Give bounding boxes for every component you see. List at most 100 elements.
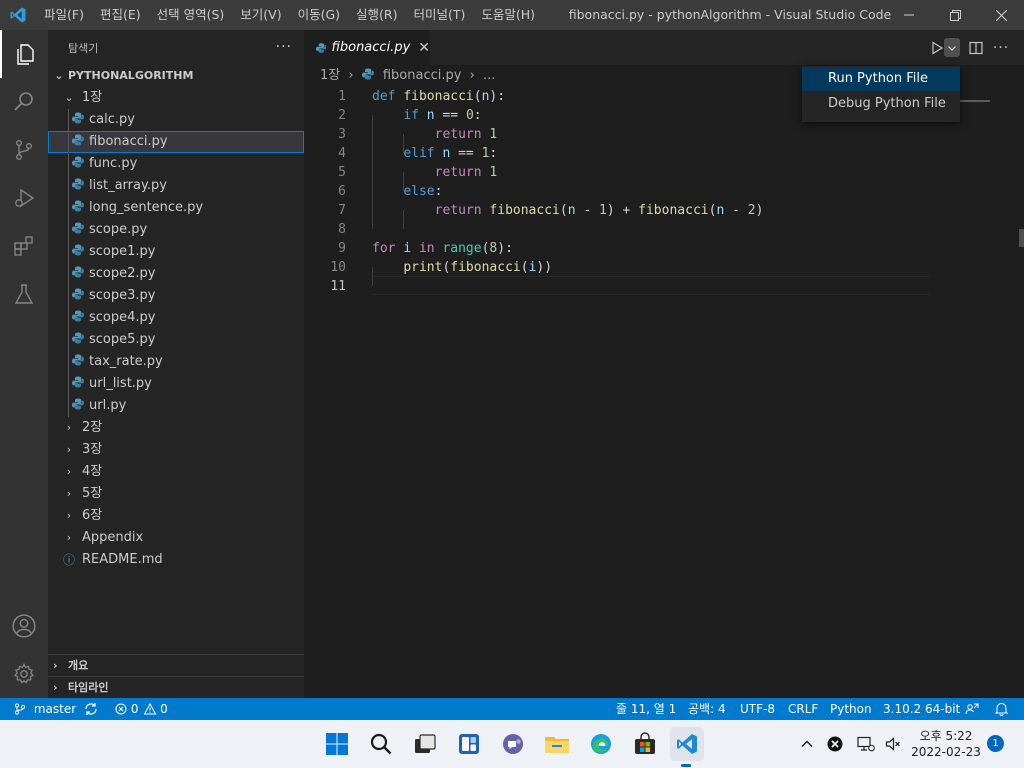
taskbar-clock[interactable]: 오후 5:22 2022-02-23 [910, 728, 982, 760]
tree-file[interactable]: tax_rate.py [48, 351, 304, 373]
testing-button[interactable] [0, 270, 48, 318]
tree-file[interactable]: url_list.py [48, 373, 304, 395]
teams-chat-button[interactable] [497, 728, 529, 760]
source-control-button[interactable] [0, 126, 48, 174]
run-python-file-menu-item[interactable]: Run Python File [802, 67, 960, 91]
eol-status[interactable]: CRLF [788, 698, 818, 720]
tree-file[interactable]: fibonacci.py [48, 131, 304, 153]
python-file-icon [72, 310, 84, 322]
branch-status[interactable]: master [14, 698, 76, 720]
show-hidden-icons-button[interactable] [796, 720, 818, 768]
language-mode[interactable]: Python [830, 698, 872, 720]
menu-view[interactable]: 보기(V) [232, 0, 289, 30]
breadcrumb-folder[interactable]: 1장 [320, 68, 340, 83]
split-editor-button[interactable] [966, 30, 986, 65]
sync-button[interactable] [84, 698, 98, 720]
tray-app-button[interactable] [824, 720, 846, 768]
run-debug-button[interactable] [0, 174, 48, 222]
ms-store-button[interactable] [629, 728, 661, 760]
current-line-highlight [372, 276, 930, 295]
tab-close-button[interactable]: ✕ [418, 40, 430, 56]
python-file-icon [72, 178, 84, 190]
vertical-scrollbar[interactable] [1019, 229, 1024, 247]
tree-file[interactable]: scope3.py [48, 285, 304, 307]
tree-folder-label: 1장 [82, 90, 103, 105]
tree-indent-guide [68, 241, 69, 263]
outline-section[interactable]: › 개요 [48, 654, 304, 676]
menu-help[interactable]: 도움말(H) [473, 0, 543, 30]
tree-folder[interactable]: › 5장 [48, 483, 304, 505]
tab-label: fibonacci.py [331, 40, 411, 55]
editor-more-actions-button[interactable]: ··· [990, 30, 1012, 65]
python-file-icon [72, 244, 84, 256]
network-button[interactable] [854, 720, 878, 768]
tab-fibonacci[interactable]: fibonacci.py ✕ [304, 30, 430, 65]
volume-button[interactable] [882, 720, 904, 768]
tree-folder[interactable]: › Appendix [48, 527, 304, 549]
timeline-section[interactable]: › 타임라인 [48, 676, 304, 698]
chevron-down-icon: ⌄ [54, 69, 64, 82]
task-view-button[interactable] [409, 728, 441, 760]
tree-root-folder[interactable]: ⌄ PYTHONALGORITHM [48, 65, 304, 87]
menu-edit[interactable]: 편집(E) [92, 0, 149, 30]
tree-folder[interactable]: › 4장 [48, 461, 304, 483]
debug-python-file-menu-item[interactable]: Debug Python File [802, 92, 960, 116]
notifications-button[interactable] [994, 698, 1009, 720]
status-bar: master 0 0 줄 11, 열 1 공백: 4 UTF-8 CRLF Py… [0, 698, 1024, 720]
tree-file[interactable]: scope4.py [48, 307, 304, 329]
close-window-button[interactable] [978, 0, 1024, 30]
feedback-button[interactable] [965, 698, 979, 720]
accounts-button[interactable] [0, 602, 48, 650]
extensions-button[interactable] [0, 222, 48, 270]
code-editor[interactable]: 1 2 3 4 5 6 7 8 9 10 11 def fibonacci(n): if n == … [304, 87, 1024, 698]
explorer-more-actions-button[interactable]: ··· [276, 30, 292, 65]
tree-file[interactable]: scope.py [48, 219, 304, 241]
tree-folder[interactable]: › 2장 [48, 417, 304, 439]
manage-button[interactable] [0, 650, 48, 698]
tree-folder-1[interactable]: ⌄ 1장 [48, 87, 304, 109]
edge-browser-button[interactable] [585, 728, 617, 760]
start-button[interactable] [321, 728, 353, 760]
menu-terminal[interactable]: 터미널(T) [406, 0, 474, 30]
window-title: fibonacci.py - pythonAlgorithm - Visual … [568, 7, 892, 22]
tree-file[interactable]: list_array.py [48, 175, 304, 197]
encoding-status[interactable]: UTF-8 [740, 698, 775, 720]
tree-file[interactable]: scope2.py [48, 263, 304, 285]
breadcrumb-more[interactable]: ... [483, 68, 495, 83]
vscode-taskbar-button[interactable] [670, 727, 704, 767]
sync-icon [85, 703, 97, 715]
cursor-position[interactable]: 줄 11, 열 1 [616, 698, 676, 720]
explorer-header: 탐색기 ··· [48, 30, 304, 65]
tree-file[interactable]: long_sentence.py [48, 197, 304, 219]
tree-file[interactable]: url.py [48, 395, 304, 417]
problems-status[interactable]: 0 0 [115, 698, 168, 720]
tree-file[interactable]: func.py [48, 153, 304, 175]
menu-run[interactable]: 실행(R) [348, 0, 405, 30]
minimize-button[interactable] [886, 0, 932, 30]
breadcrumb-file[interactable]: fibonacci.py [383, 68, 462, 83]
tree-file-label: url.py [89, 398, 127, 413]
taskbar-search-button[interactable] [365, 728, 397, 760]
python-file-icon [72, 200, 84, 212]
tree-file[interactable]: scope1.py [48, 241, 304, 263]
minimap[interactable] [960, 100, 990, 102]
menu-go[interactable]: 이동(G) [290, 0, 348, 30]
menu-file[interactable]: 파일(F) [36, 0, 92, 30]
indentation-status[interactable]: 공백: 4 [688, 698, 726, 720]
notification-badge[interactable]: 1 [987, 735, 1004, 752]
code-line: else: [403, 184, 443, 199]
python-interpreter[interactable]: 3.10.2 64-bit [883, 698, 960, 720]
widgets-button[interactable] [453, 728, 485, 760]
tree-file-readme[interactable]: ⓘ README.md [48, 549, 304, 571]
tree-file[interactable]: calc.py [48, 109, 304, 131]
explorer-button[interactable] [0, 30, 48, 78]
tree-folder[interactable]: › 3장 [48, 439, 304, 461]
menu-selection[interactable]: 선택 영역(S) [149, 0, 233, 30]
search-button[interactable] [0, 78, 48, 126]
line-number: 1 [338, 89, 346, 104]
tree-folder[interactable]: › 6장 [48, 505, 304, 527]
run-dropdown-button[interactable] [944, 38, 960, 57]
restore-button[interactable] [932, 0, 978, 30]
file-explorer-button[interactable] [541, 728, 573, 760]
tree-file[interactable]: scope5.py [48, 329, 304, 351]
